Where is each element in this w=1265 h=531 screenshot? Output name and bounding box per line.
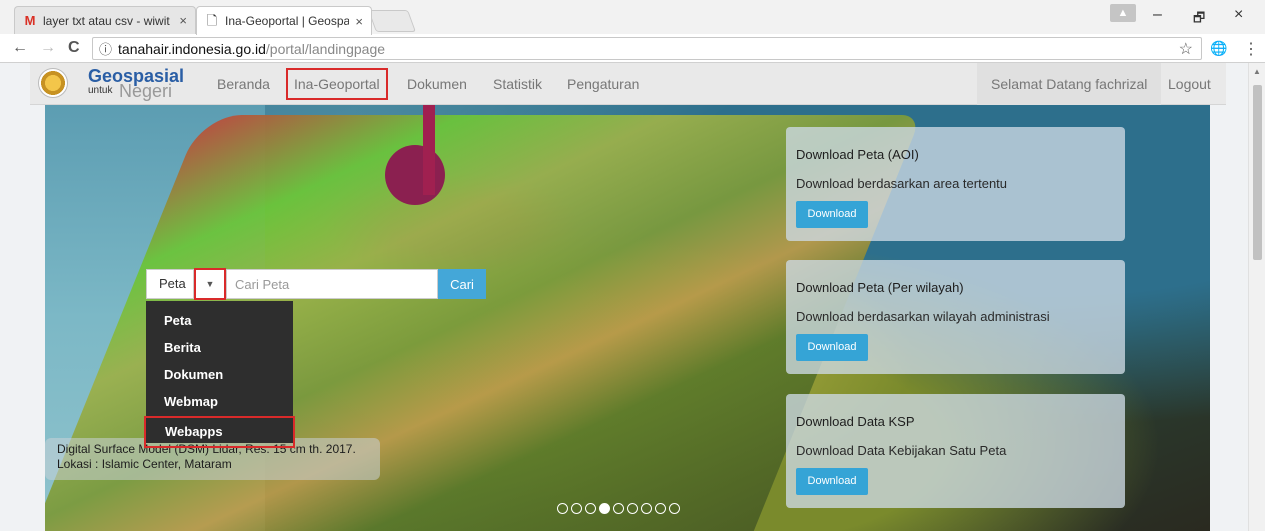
carousel-dot[interactable] xyxy=(557,503,568,514)
new-tab-button[interactable] xyxy=(367,10,417,32)
download-panel-aoi: Download Peta (AOI) Download berdasarkan… xyxy=(786,127,1125,241)
carousel-dot[interactable] xyxy=(641,503,652,514)
logout-link[interactable]: Logout xyxy=(1168,63,1211,105)
search-category-select[interactable]: Peta xyxy=(146,269,194,299)
carousel-dot[interactable] xyxy=(599,503,610,514)
carousel-dot[interactable] xyxy=(571,503,582,514)
browser-toolbar: ← → C ⓘ tanahair.indonesia.go.id/portal/… xyxy=(0,34,1265,63)
forward-icon[interactable]: → xyxy=(40,39,56,57)
search-bar: Peta ▼ Cari xyxy=(146,268,486,300)
globe-icon[interactable]: 🌐 xyxy=(1210,40,1227,57)
scroll-up-icon[interactable]: ▲ xyxy=(1253,67,1261,76)
url-host: tanahair.indonesia.go.id xyxy=(118,40,266,57)
reload-icon[interactable]: C xyxy=(68,39,80,57)
tab-close-icon[interactable]: × xyxy=(179,13,187,28)
info-icon[interactable]: ⓘ xyxy=(99,39,112,58)
minimize-icon[interactable]: – xyxy=(1153,6,1162,24)
tab-title: Ina-Geoportal | Geospasi xyxy=(225,14,350,28)
brand-untuk: untuk xyxy=(88,85,113,96)
download-button-ksp[interactable]: Download xyxy=(796,468,868,495)
download-button-aoi[interactable]: Download xyxy=(796,201,868,228)
nav-beranda[interactable]: Beranda xyxy=(213,63,274,105)
browser-tab-bar: M layer txt atau csv - wiwit × 🗋 Ina-Geo… xyxy=(0,0,1265,35)
dropdown-option-peta[interactable]: Peta xyxy=(146,307,293,334)
mosque-dome xyxy=(385,145,445,205)
back-icon[interactable]: ← xyxy=(12,39,28,57)
download-panel-wilayah: Download Peta (Per wilayah) Download ber… xyxy=(786,260,1125,374)
dropdown-option-dokumen[interactable]: Dokumen xyxy=(146,361,293,388)
dropdown-option-berita[interactable]: Berita xyxy=(146,334,293,361)
nav-ina-geoportal[interactable]: Ina-Geoportal xyxy=(286,68,388,100)
page-icon: 🗋 xyxy=(206,13,218,28)
panel-title: Download Peta (AOI) xyxy=(796,147,919,162)
carousel-dot[interactable] xyxy=(613,503,624,514)
panel-title: Download Peta (Per wilayah) xyxy=(796,280,964,295)
search-input[interactable] xyxy=(226,269,438,299)
carousel-dot[interactable] xyxy=(585,503,596,514)
welcome-text[interactable]: Selamat Datang fachrizal xyxy=(977,63,1162,105)
search-button[interactable]: Cari xyxy=(438,269,486,299)
gmail-icon: M xyxy=(24,12,36,28)
category-dropdown-menu: Peta Berita Dokumen Webmap Webapps xyxy=(144,301,295,448)
carousel-dot[interactable] xyxy=(669,503,680,514)
url-path: /portal/landingpage xyxy=(265,40,386,57)
carousel-dot[interactable] xyxy=(655,503,666,514)
page-content: Geospasial untuk Negeri Beranda Ina-Geop… xyxy=(0,63,1265,531)
download-panel-ksp: Download Data KSP Download Data Kebijaka… xyxy=(786,394,1125,508)
chevron-down-icon[interactable]: ▼ xyxy=(194,268,226,300)
tab-gmail[interactable]: M layer txt atau csv - wiwit × xyxy=(14,6,196,34)
tab-title: layer txt atau csv - wiwit xyxy=(43,13,170,28)
panel-title: Download Data KSP xyxy=(796,414,915,429)
tab-geoportal[interactable]: 🗋 Ina-Geoportal | Geospasi × xyxy=(196,6,372,35)
dropdown-option-webapps[interactable]: Webapps xyxy=(144,416,295,448)
nav-pengaturan[interactable]: Pengaturan xyxy=(563,63,643,105)
tab-close-icon[interactable]: × xyxy=(355,14,363,29)
panel-description: Download berdasarkan wilayah administras… xyxy=(796,309,1050,324)
browser-menu-icon[interactable]: ⋮ xyxy=(1243,39,1259,59)
address-bar[interactable]: ⓘ tanahair.indonesia.go.id/portal/landin… xyxy=(92,37,1202,60)
close-window-icon[interactable]: × xyxy=(1234,6,1243,24)
site-navbar: Geospasial untuk Negeri Beranda Ina-Geop… xyxy=(30,63,1226,105)
dropdown-option-webmap[interactable]: Webmap xyxy=(146,388,293,415)
garuda-logo-icon[interactable] xyxy=(38,68,68,98)
restore-icon[interactable]: 🗗 xyxy=(1193,9,1205,31)
minaret xyxy=(423,105,435,195)
brand-negeri: Negeri xyxy=(119,81,173,101)
carousel-indicators xyxy=(557,503,680,514)
page-scrollbar[interactable]: ▲ xyxy=(1248,63,1265,531)
bookmark-star-icon[interactable]: ☆ xyxy=(1179,39,1193,59)
nav-dokumen[interactable]: Dokumen xyxy=(403,63,471,105)
carousel-dot[interactable] xyxy=(627,503,638,514)
panel-description: Download Data Kebijakan Satu Peta xyxy=(796,443,1007,458)
user-profile-icon[interactable]: ▲ xyxy=(1110,4,1136,22)
download-button-wilayah[interactable]: Download xyxy=(796,334,868,361)
nav-statistik[interactable]: Statistik xyxy=(489,63,546,105)
scrollbar-thumb[interactable] xyxy=(1253,85,1262,260)
panel-description: Download berdasarkan area tertentu xyxy=(796,176,1008,191)
caption-line-2: Lokasi : Islamic Center, Mataram xyxy=(57,457,232,471)
